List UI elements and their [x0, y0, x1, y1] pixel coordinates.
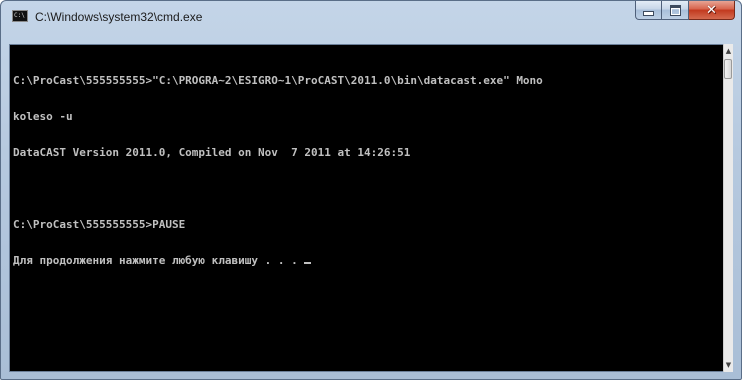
scroll-down-arrow-icon[interactable]: ▼: [724, 358, 733, 372]
title-bar[interactable]: C:\ C:\Windows\system32\cmd.exe ✕: [1, 1, 741, 35]
console-prompt-line: Для продолжения нажмите любую клавишу . …: [13, 254, 726, 267]
console-line: koleso -u: [13, 110, 73, 123]
cmd-app-icon[interactable]: C:\: [12, 10, 28, 22]
window-title: C:\Windows\system32\cmd.exe: [35, 10, 203, 24]
console-output-area[interactable]: C:\ProCast\555555555>"C:\PROGRA~2\ESIGRO…: [9, 44, 727, 372]
scroll-up-arrow-icon[interactable]: ▲: [724, 44, 733, 58]
maximize-icon: [669, 4, 681, 16]
cmd-window: C:\ C:\Windows\system32\cmd.exe ✕ C:\Pro…: [0, 0, 742, 380]
close-icon: ✕: [706, 2, 717, 18]
console-text: C:\ProCast\555555555>"C:\PROGRA~2\ESIGRO…: [13, 51, 726, 291]
minimize-icon: [643, 10, 654, 16]
vertical-scrollbar[interactable]: ▲ ▼: [723, 44, 733, 372]
maximize-button[interactable]: [662, 1, 689, 20]
cmd-app-icon-text: C:\: [14, 12, 25, 19]
console-line: Для продолжения нажмите любую клавишу . …: [13, 254, 305, 267]
console-line: C:\ProCast\555555555>PAUSE: [13, 218, 186, 231]
console-line: DataCAST Version 2011.0, Compiled on Nov…: [13, 146, 411, 159]
console-line: C:\ProCast\555555555>"C:\PROGRA~2\ESIGRO…: [13, 74, 543, 87]
close-button[interactable]: ✕: [689, 1, 735, 20]
scrollbar-thumb[interactable]: [724, 59, 732, 79]
minimize-button[interactable]: [635, 1, 662, 20]
caption-buttons: ✕: [635, 1, 735, 21]
text-cursor: [304, 262, 312, 264]
